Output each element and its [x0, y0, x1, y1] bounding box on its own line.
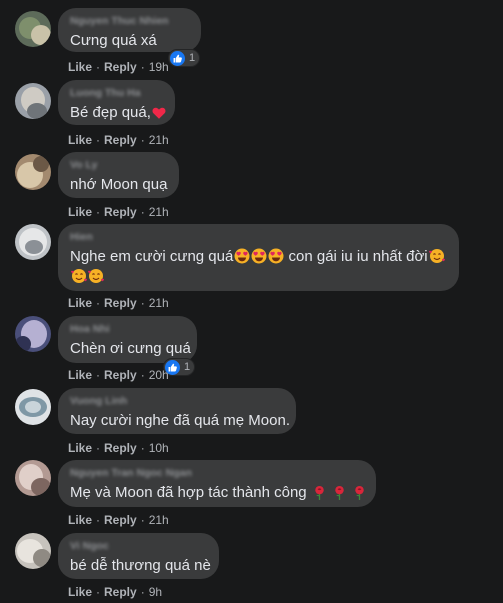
reply-link[interactable]: Reply [104, 513, 137, 527]
heart-eyes-emoji-icon [251, 248, 267, 264]
comment-text: Mẹ và Moon đã hợp tác thành công [70, 483, 364, 503]
smiling-face-with-hearts-icon [428, 249, 445, 263]
comment-text: Chèn ơi cưng quá [70, 340, 191, 357]
comment-text: Cưng quá xá [70, 32, 157, 49]
like-link[interactable]: Like [68, 133, 92, 147]
comment-bubble: Luong Thu Ha Bé đẹp quá, [58, 80, 175, 125]
reply-link[interactable]: Reply [104, 133, 137, 147]
like-link[interactable]: Like [68, 441, 92, 455]
reaction-count-badge[interactable]: 1 [168, 49, 201, 67]
heart-eyes-emoji-icon [234, 248, 250, 264]
avatar[interactable] [15, 460, 51, 496]
comment-timestamp[interactable]: 21h [149, 296, 169, 310]
comment-bubble: Nguyen Tran Ngoc Ngan Mẹ và Moon đã hợp … [58, 460, 376, 507]
like-link[interactable]: Like [68, 296, 92, 310]
rose-emoji-icon [335, 485, 344, 500]
commenter-name[interactable]: Vo Ly [70, 159, 167, 171]
heart-eyes-emoji-icon [268, 248, 284, 264]
comment-bubble: Hoa Nhi Chèn ơi cưng quá [58, 316, 197, 363]
rose-emoji-icon [355, 485, 364, 500]
rose-emoji-icon [315, 485, 324, 500]
smiling-face-with-hearts-icon [71, 269, 87, 283]
commenter-name[interactable]: Hien [70, 231, 447, 243]
comment-actions: Like · Reply · 21h [68, 205, 169, 219]
comment-text: Bé đẹp quá, [70, 103, 166, 123]
comment-timestamp[interactable]: 21h [149, 133, 169, 147]
comment-actions: Like · Reply · 19h [68, 60, 169, 74]
reply-link[interactable]: Reply [104, 585, 137, 599]
comment-timestamp[interactable]: 10h [149, 441, 169, 455]
comment-timestamp[interactable]: 9h [149, 585, 162, 599]
like-link[interactable]: Like [68, 368, 92, 382]
comment-bubble: Vo Ly nhớ Moon quạ [58, 152, 179, 198]
reply-link[interactable]: Reply [104, 205, 137, 219]
commenter-name[interactable]: Nguyen Thuc Nhien [70, 15, 189, 27]
like-thumb-icon [170, 50, 185, 66]
reply-link[interactable]: Reply [104, 368, 137, 382]
reaction-count: 1 [184, 361, 191, 373]
like-link[interactable]: Like [68, 513, 92, 527]
reply-link[interactable]: Reply [104, 60, 137, 74]
smiling-face-with-hearts-icon [88, 269, 104, 283]
reply-link[interactable]: Reply [104, 441, 137, 455]
comment-timestamp[interactable]: 19h [149, 60, 169, 74]
avatar[interactable] [15, 83, 51, 119]
like-link[interactable]: Like [68, 205, 92, 219]
commenter-name[interactable]: Vuong Linh [70, 395, 284, 407]
like-link[interactable]: Like [68, 585, 92, 599]
comment-bubble: Vuong Linh Nay cười nghe đã quá mẹ Moon. [58, 388, 296, 434]
comment-text: Nghe em cười cưng quá con gái iu iu nhất… [70, 247, 447, 287]
comment-actions: Like · Reply · 21h [68, 296, 169, 310]
avatar[interactable] [15, 533, 51, 569]
commenter-name[interactable]: Luong Thu Ha [70, 87, 163, 99]
comment-text: bé dễ thương quá nè [70, 557, 211, 574]
red-heart-icon [152, 107, 166, 119]
commenter-name[interactable]: Hoa Nhi [70, 323, 185, 335]
avatar[interactable] [15, 11, 51, 47]
comment-actions: Like · Reply · 21h [68, 133, 169, 147]
comment-text: Nay cười nghe đã quá mẹ Moon. [70, 412, 290, 429]
reply-link[interactable]: Reply [104, 296, 137, 310]
comment-actions: Like · Reply · 10h [68, 441, 169, 455]
avatar[interactable] [15, 389, 51, 425]
avatar[interactable] [15, 154, 51, 190]
top-edge [0, 0, 503, 3]
comment-actions: Like · Reply · 20h [68, 368, 169, 382]
comment-actions: Like · Reply · 21h [68, 513, 169, 527]
comment-timestamp[interactable]: 21h [149, 205, 169, 219]
avatar[interactable] [15, 224, 51, 260]
avatar[interactable] [15, 316, 51, 352]
comment-timestamp[interactable]: 21h [149, 513, 169, 527]
reaction-count: 1 [189, 52, 196, 64]
comment-bubble: Vi Ngoc bé dễ thương quá nè [58, 533, 219, 579]
comment-bubble: Nguyen Thuc Nhien Cưng quá xá [58, 8, 201, 52]
commenter-name[interactable]: Nguyen Tran Ngoc Ngan [70, 467, 364, 479]
comment-timestamp[interactable]: 20h [149, 368, 169, 382]
comment-bubble: Hien Nghe em cười cưng quá con gái iu iu… [58, 224, 459, 291]
commenter-name[interactable]: Vi Ngoc [70, 540, 207, 552]
comment-text: nhớ Moon quạ [70, 176, 168, 193]
like-link[interactable]: Like [68, 60, 92, 74]
comment-actions: Like · Reply · 9h [68, 585, 163, 599]
